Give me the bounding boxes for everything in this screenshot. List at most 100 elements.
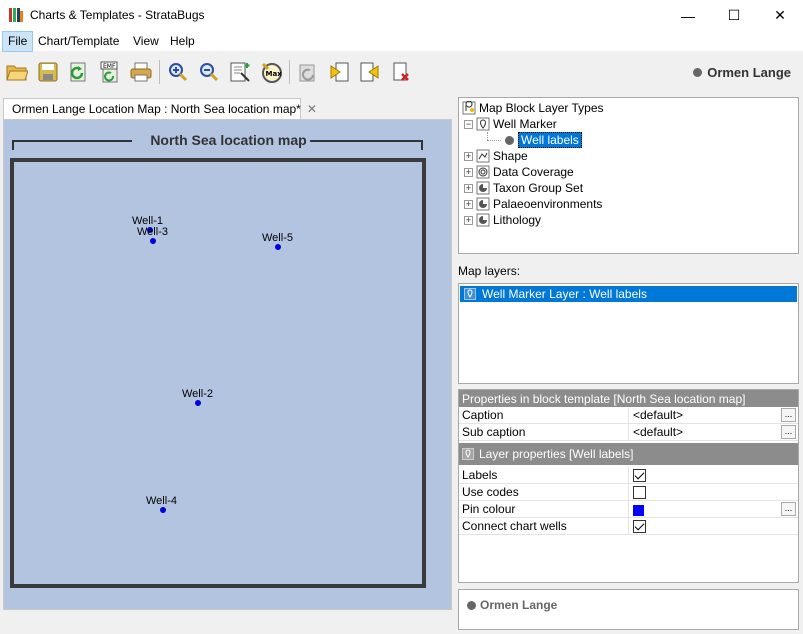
maximize-button[interactable]: ☐ (711, 0, 757, 31)
map-layer-item[interactable]: Well Marker Layer : Well labels (460, 286, 797, 302)
printer-icon (130, 62, 152, 82)
info-panel: Ormen Lange (458, 589, 799, 630)
tree-item-palaeoenvironments[interactable]: + Palaeoenvironments (464, 196, 602, 212)
sub-caption-ellipsis-button[interactable]: ... (781, 424, 796, 439)
tree-item-well-labels[interactable]: Well labels (505, 132, 582, 148)
map-title: North Sea location map (150, 132, 307, 148)
property-name: Connect chart wells (459, 517, 629, 535)
tree-item-label: Lithology (493, 213, 542, 227)
info-project-name: Ormen Lange (480, 598, 558, 612)
well-marker[interactable] (195, 400, 201, 406)
tree-connector (487, 140, 501, 141)
svg-text:EMF: EMF (103, 63, 116, 70)
property-row-sub-caption: Sub caption <default>... (459, 423, 798, 441)
map-layers-list[interactable]: Well Marker Layer : Well labels (458, 283, 799, 384)
well-marker[interactable] (160, 507, 166, 513)
zoom-in-button[interactable] (165, 59, 191, 85)
sub-caption-value[interactable]: <default>... (629, 424, 798, 441)
sub-caption-value-text: <default> (633, 424, 684, 439)
caption-ellipsis-button[interactable]: ... (781, 407, 796, 422)
print-button[interactable] (128, 59, 154, 85)
map-frame (10, 158, 426, 588)
project-status-icon (467, 600, 476, 610)
well-marker[interactable] (275, 244, 281, 250)
tab-location-map[interactable]: Ormen Lange Location Map : North Sea loc… (3, 98, 317, 119)
close-button[interactable]: ✕ (757, 0, 803, 31)
map-layer-label: Well Marker Layer : Well labels (482, 287, 647, 301)
well-label: Well-2 (182, 388, 213, 400)
export-emf-icon: EMF (100, 61, 118, 83)
layer-types-tree[interactable]: Map Block Layer Types − Well Marker Well… (458, 97, 799, 254)
connect-chart-wells-checkbox[interactable] (633, 520, 646, 534)
menu-help[interactable]: Help (165, 31, 200, 52)
open-button[interactable] (4, 59, 30, 85)
property-row-pin-colour: Pin colour ... (459, 500, 798, 518)
next-page-button[interactable] (357, 59, 383, 85)
open-folder-icon (6, 65, 28, 81)
block-properties-header: Properties in block template [North Sea … (459, 390, 798, 407)
rotate-button[interactable] (295, 59, 321, 85)
window-title: Charts & Templates - StrataBugs (30, 8, 205, 22)
menu-bar: File Chart/Template View Help (0, 31, 803, 52)
caption-value-text: <default> (633, 407, 684, 422)
rotate-icon (299, 64, 315, 82)
taxon-group-icon (476, 181, 490, 195)
tree-connector (487, 132, 488, 140)
expand-icon[interactable]: + (464, 183, 473, 193)
tree-item-taxon-group-set[interactable]: + Taxon Group Set (464, 180, 583, 196)
delete-page-icon (393, 62, 409, 81)
tree-item-data-coverage[interactable]: + Data Coverage (464, 164, 574, 180)
tab-close-icon[interactable]: ✕ (307, 102, 317, 116)
tab-label: Ormen Lange Location Map : North Sea loc… (12, 102, 301, 116)
zoom-level-button[interactable]: Max (258, 59, 284, 85)
pin-colour-ellipsis-button[interactable]: ... (781, 501, 796, 516)
layer-properties-title: Layer properties [Well labels] (479, 447, 634, 461)
collapse-icon[interactable]: − (464, 119, 473, 129)
map-layers-label: Map layers: (458, 264, 521, 278)
property-name: Pin colour (459, 500, 629, 518)
property-name: Labels (459, 466, 629, 484)
svg-text:Max: Max (266, 70, 283, 78)
property-name: Use codes (459, 483, 629, 501)
expand-icon[interactable]: + (464, 215, 473, 225)
tree-root[interactable]: Map Block Layer Types (462, 100, 604, 116)
tree-item-shape[interactable]: + Shape (464, 148, 528, 164)
previous-page-button[interactable] (326, 59, 352, 85)
expand-icon[interactable]: + (464, 151, 473, 161)
lithology-icon (476, 213, 490, 227)
data-coverage-icon (476, 165, 490, 179)
fit-page-button[interactable] (227, 59, 253, 85)
pin-colour-value[interactable]: ... (629, 501, 798, 518)
toolbar-separator (159, 60, 160, 84)
well-marker[interactable] (150, 238, 156, 244)
zoom-out-button[interactable] (196, 59, 222, 85)
labels-checkbox[interactable] (633, 469, 646, 483)
refresh-button[interactable] (66, 59, 92, 85)
menu-view[interactable]: View (128, 31, 164, 52)
expand-icon[interactable]: + (464, 199, 473, 209)
menu-chart-template[interactable]: Chart/Template (33, 31, 124, 52)
save-icon (38, 62, 58, 82)
project-name: Ormen Lange (707, 65, 791, 80)
use-codes-checkbox[interactable] (633, 486, 646, 500)
expand-icon[interactable]: + (464, 167, 473, 177)
well-marker-icon (476, 117, 490, 131)
menu-file[interactable]: File (2, 31, 34, 52)
tree-item-well-marker[interactable]: − Well Marker (464, 116, 557, 132)
maximize-icon: ☐ (727, 7, 741, 23)
delete-page-button[interactable] (388, 59, 414, 85)
map-canvas[interactable]: North Sea location map Well-1 Well-3 Wel… (3, 119, 452, 610)
minimize-icon: — (681, 7, 695, 24)
property-row-connect-chart-wells: Connect chart wells (459, 517, 798, 535)
palaeoenvironments-icon (476, 197, 490, 211)
info-project: Ormen Lange (467, 598, 557, 612)
export-emf-button[interactable]: EMF (97, 59, 123, 85)
tree-item-lithology[interactable]: + Lithology (464, 212, 541, 228)
previous-page-icon (330, 62, 349, 82)
save-button[interactable] (35, 59, 61, 85)
caption-value[interactable]: <default>... (629, 407, 798, 424)
minimize-button[interactable]: — (665, 0, 711, 31)
zoom-in-icon (169, 63, 188, 82)
tree-item-label: Shape (493, 149, 528, 163)
zoom-level-icon: Max (261, 62, 283, 83)
